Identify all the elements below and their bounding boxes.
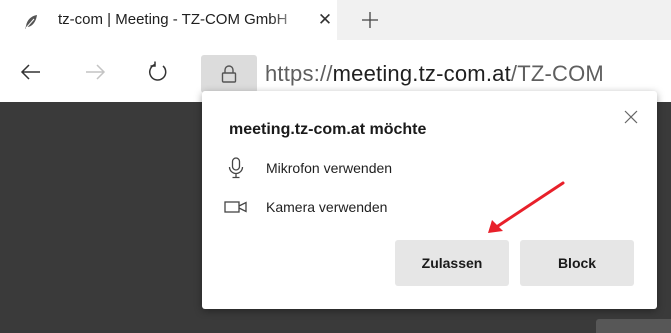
arrow-right-icon (86, 64, 106, 80)
site-info-button[interactable] (201, 55, 257, 93)
tab-strip: tz-com | Meeting - TZ-COM GmbH ✕ (0, 0, 671, 40)
permission-popup: meeting.tz-com.at möchte Mikrofon verwen… (202, 91, 657, 309)
permission-label-camera: Kamera verwenden (266, 199, 388, 215)
close-icon (624, 110, 638, 124)
permission-label-microphone: Mikrofon verwenden (266, 160, 393, 176)
allow-button[interactable]: Zulassen (395, 240, 509, 286)
lock-icon (221, 65, 237, 83)
microphone-icon (222, 157, 250, 179)
tab-title: tz-com | Meeting - TZ-COM GmbH (58, 11, 288, 28)
url-host: meeting.tz-com.at (332, 61, 511, 86)
forward-button[interactable] (83, 60, 107, 84)
popup-close-button[interactable] (621, 107, 641, 127)
page-element (596, 319, 671, 333)
popup-title: meeting.tz-com.at möchte (229, 121, 427, 138)
tab-active[interactable]: tz-com | Meeting - TZ-COM GmbH ✕ (0, 0, 337, 40)
permission-camera: Kamera verwenden (222, 196, 387, 218)
arrow-left-icon (20, 64, 40, 80)
back-button[interactable] (19, 60, 43, 84)
url-protocol: https:// (265, 61, 333, 86)
plus-icon (362, 12, 378, 28)
new-tab-button[interactable] (358, 6, 382, 34)
address-bar[interactable]: https://meeting.tz-com.at/TZ-COM (265, 61, 604, 87)
block-button[interactable]: Block (520, 240, 634, 286)
permission-microphone: Mikrofon verwenden (222, 157, 392, 179)
reload-button[interactable] (146, 60, 170, 84)
feather-icon (23, 14, 39, 30)
reload-icon (148, 61, 167, 81)
camera-icon (222, 196, 250, 218)
tab-close-button[interactable]: ✕ (315, 10, 335, 30)
url-path: /TZ-COM (510, 61, 604, 86)
